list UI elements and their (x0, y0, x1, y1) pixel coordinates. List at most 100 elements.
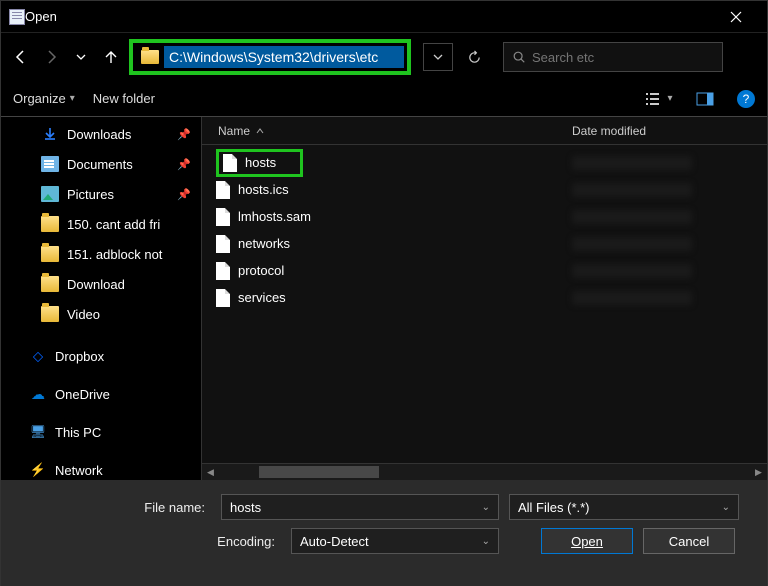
filename-value: hosts (230, 500, 261, 515)
scroll-right-icon[interactable]: ▶ (750, 464, 767, 481)
forward-button[interactable] (39, 45, 63, 69)
help-button[interactable]: ? (737, 90, 755, 108)
sidebar-item-documents[interactable]: Documents 📌 (1, 149, 201, 179)
preview-pane-button[interactable] (691, 87, 719, 111)
onedrive-icon: ☁ (29, 386, 47, 402)
refresh-icon (467, 50, 482, 65)
file-icon (216, 235, 230, 253)
sidebar-item-this-pc[interactable]: 🖥 This PC (1, 417, 201, 447)
new-folder-label: New folder (93, 91, 155, 106)
new-folder-button[interactable]: New folder (93, 91, 155, 106)
window-title: Open (25, 9, 713, 24)
chevron-down-icon: ⌄ (482, 502, 490, 513)
sidebar-item-folder-download[interactable]: Download (1, 269, 201, 299)
sidebar-item-label: 150. cant add fri (67, 217, 160, 232)
encoding-combo[interactable]: Auto-Detect ⌄ (291, 528, 499, 554)
sidebar-item-label: Documents (67, 157, 133, 172)
documents-icon (41, 156, 59, 172)
file-row[interactable]: protocol (202, 257, 767, 284)
arrow-right-icon (43, 49, 59, 65)
column-header-name[interactable]: Name (202, 124, 562, 138)
dropbox-icon: ⬦ (29, 348, 47, 364)
open-label: Open (571, 534, 603, 549)
file-row[interactable]: services (202, 284, 767, 311)
encoding-value: Auto-Detect (300, 534, 369, 549)
close-button[interactable] (713, 1, 759, 33)
file-name: protocol (238, 263, 284, 278)
up-button[interactable] (99, 45, 123, 69)
sidebar-item-folder-150[interactable]: 150. cant add fri (1, 209, 201, 239)
titlebar: Open (1, 1, 767, 33)
folder-icon (141, 50, 159, 64)
arrow-left-icon (13, 49, 29, 65)
open-button[interactable]: Open (541, 528, 633, 554)
downloads-icon (41, 126, 59, 142)
sidebar-item-network[interactable]: ⚡ Network (1, 455, 201, 480)
sidebar-item-label: 151. adblock not (67, 247, 162, 262)
view-options-button[interactable]: ▾ (645, 87, 673, 111)
sidebar-item-pictures[interactable]: Pictures 📌 (1, 179, 201, 209)
date-modified-value (572, 291, 692, 305)
filename-label: File name: (21, 500, 211, 515)
file-name: hosts (245, 155, 276, 170)
file-row[interactable]: hosts.ics (202, 176, 767, 203)
column-header-date[interactable]: Date modified (562, 124, 767, 138)
file-icon (216, 181, 230, 199)
pin-icon: 📌 (177, 188, 191, 201)
scroll-thumb[interactable] (259, 466, 379, 478)
file-list: hosts hosts.ics lmhosts.sam networks pro… (202, 145, 767, 463)
sidebar-item-label: OneDrive (55, 387, 110, 402)
file-name: networks (238, 236, 290, 251)
sidebar-item-dropbox[interactable]: ⬦ Dropbox (1, 341, 201, 371)
explorer-body: Downloads 📌 Documents 📌 Pictures 📌 150. … (1, 117, 767, 480)
scroll-left-icon[interactable]: ◀ (202, 464, 219, 481)
date-modified-value (572, 210, 692, 224)
back-button[interactable] (9, 45, 33, 69)
sort-asc-icon (256, 128, 264, 134)
search-input[interactable] (532, 50, 714, 65)
address-input[interactable] (164, 46, 404, 68)
filetype-value: All Files (*.*) (518, 500, 590, 515)
sidebar-item-onedrive[interactable]: ☁ OneDrive (1, 379, 201, 409)
sidebar-item-downloads[interactable]: Downloads 📌 (1, 119, 201, 149)
file-row[interactable]: lmhosts.sam (202, 203, 767, 230)
cancel-label: Cancel (669, 534, 709, 549)
recent-locations-button[interactable] (69, 45, 93, 69)
preview-pane-icon (696, 92, 714, 106)
chevron-down-icon: ⌄ (722, 502, 730, 513)
file-icon (216, 262, 230, 280)
filetype-combo[interactable]: All Files (*.*) ⌄ (509, 494, 739, 520)
pc-icon: 🖥 (29, 424, 47, 440)
date-modified-value (572, 156, 692, 170)
organize-menu[interactable]: Organize ▾ (13, 91, 75, 106)
file-row[interactable]: networks (202, 230, 767, 257)
folder-icon (41, 276, 59, 292)
file-name: services (238, 290, 286, 305)
chevron-down-icon (433, 52, 443, 62)
address-history-button[interactable] (423, 43, 453, 71)
file-icon (223, 154, 237, 172)
sidebar-item-label: Downloads (67, 127, 131, 142)
filename-combo[interactable]: hosts ⌄ (221, 494, 499, 520)
folder-icon (41, 216, 59, 232)
file-row[interactable]: hosts (202, 149, 767, 176)
sidebar: Downloads 📌 Documents 📌 Pictures 📌 150. … (1, 117, 201, 480)
sidebar-item-folder-151[interactable]: 151. adblock not (1, 239, 201, 269)
refresh-button[interactable] (459, 43, 489, 71)
file-name: lmhosts.sam (238, 209, 311, 224)
sidebar-item-folder-video[interactable]: Video (1, 299, 201, 329)
search-box[interactable] (503, 42, 723, 72)
pin-icon: 📌 (177, 128, 191, 141)
sidebar-item-label: Dropbox (55, 349, 104, 364)
folder-icon (41, 246, 59, 262)
horizontal-scrollbar[interactable]: ◀ ▶ (202, 463, 767, 480)
date-modified-value (572, 183, 692, 197)
search-icon (512, 50, 526, 64)
cancel-button[interactable]: Cancel (643, 528, 735, 554)
pin-icon: 📌 (177, 158, 191, 171)
arrow-up-icon (103, 49, 119, 65)
folder-icon (41, 306, 59, 322)
file-icon (216, 289, 230, 307)
chevron-down-icon: ⌄ (482, 536, 490, 547)
address-bar-highlight (129, 39, 411, 75)
